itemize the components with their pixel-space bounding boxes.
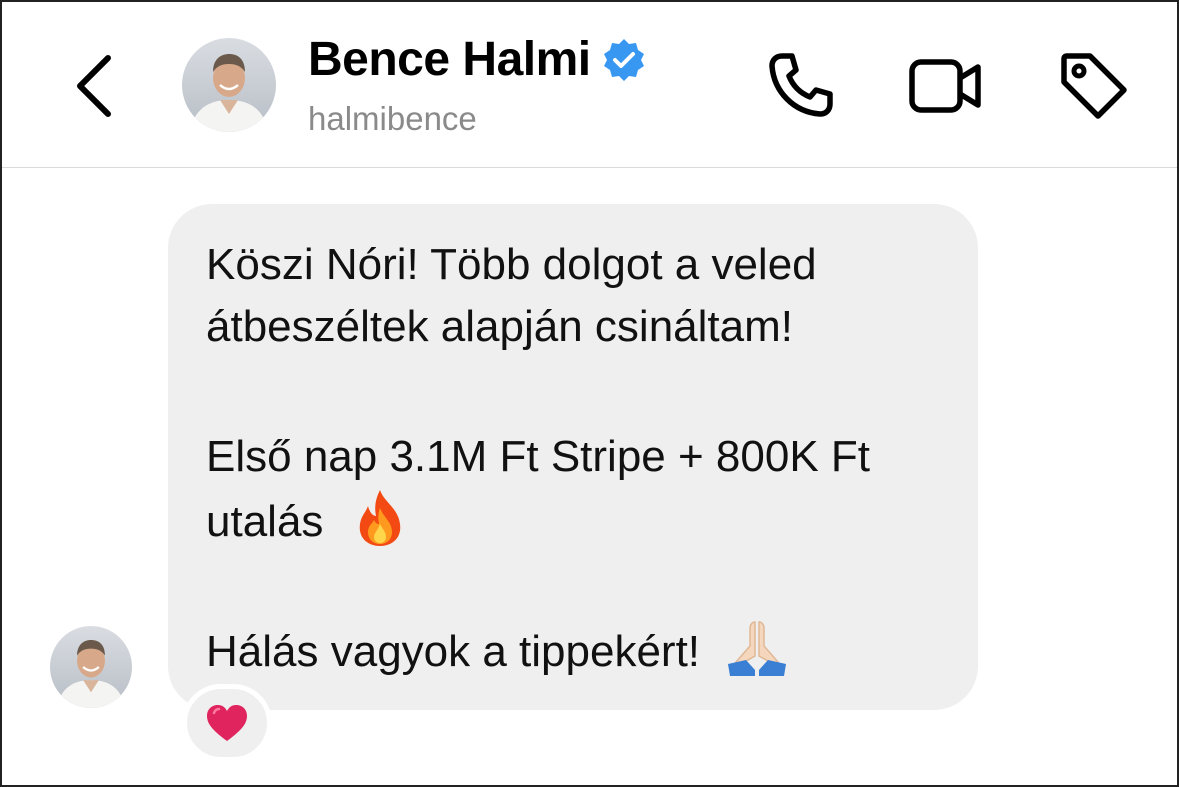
message-line-with-emoji: Hálás vagyok a tippekért! (206, 618, 790, 683)
contact-name-row[interactable]: Bence Halmi (308, 32, 647, 87)
red-heart-emoji (207, 705, 247, 741)
message-line: Hálás vagyok a tippekért! (206, 627, 701, 676)
fire-emoji (359, 490, 400, 546)
profile-avatar[interactable] (182, 38, 276, 132)
tag-icon[interactable] (1054, 46, 1134, 126)
contact-name: Bence Halmi (308, 33, 591, 86)
sender-avatar[interactable] (50, 626, 132, 708)
back-chevron-icon[interactable] (64, 46, 124, 126)
contact-username: halmibence (308, 100, 477, 137)
phone-icon[interactable] (760, 46, 840, 126)
video-icon[interactable] (906, 46, 986, 126)
message-line: átbeszéltek alapján csináltam! (206, 302, 793, 351)
message-line: Első nap 3.1M Ft Stripe + 800K Ft (206, 432, 870, 481)
verified-badge-icon (603, 38, 644, 81)
message-line: utalás (206, 497, 324, 546)
message-line-with-emoji: utalás (206, 488, 406, 553)
heart-reaction[interactable] (182, 684, 272, 762)
folded-hands-emoji (728, 621, 787, 676)
message-line: Köszi Nóri! Több dolgot a veled (206, 240, 817, 289)
chat-header: Bence Halmi halmibence (2, 2, 1177, 168)
